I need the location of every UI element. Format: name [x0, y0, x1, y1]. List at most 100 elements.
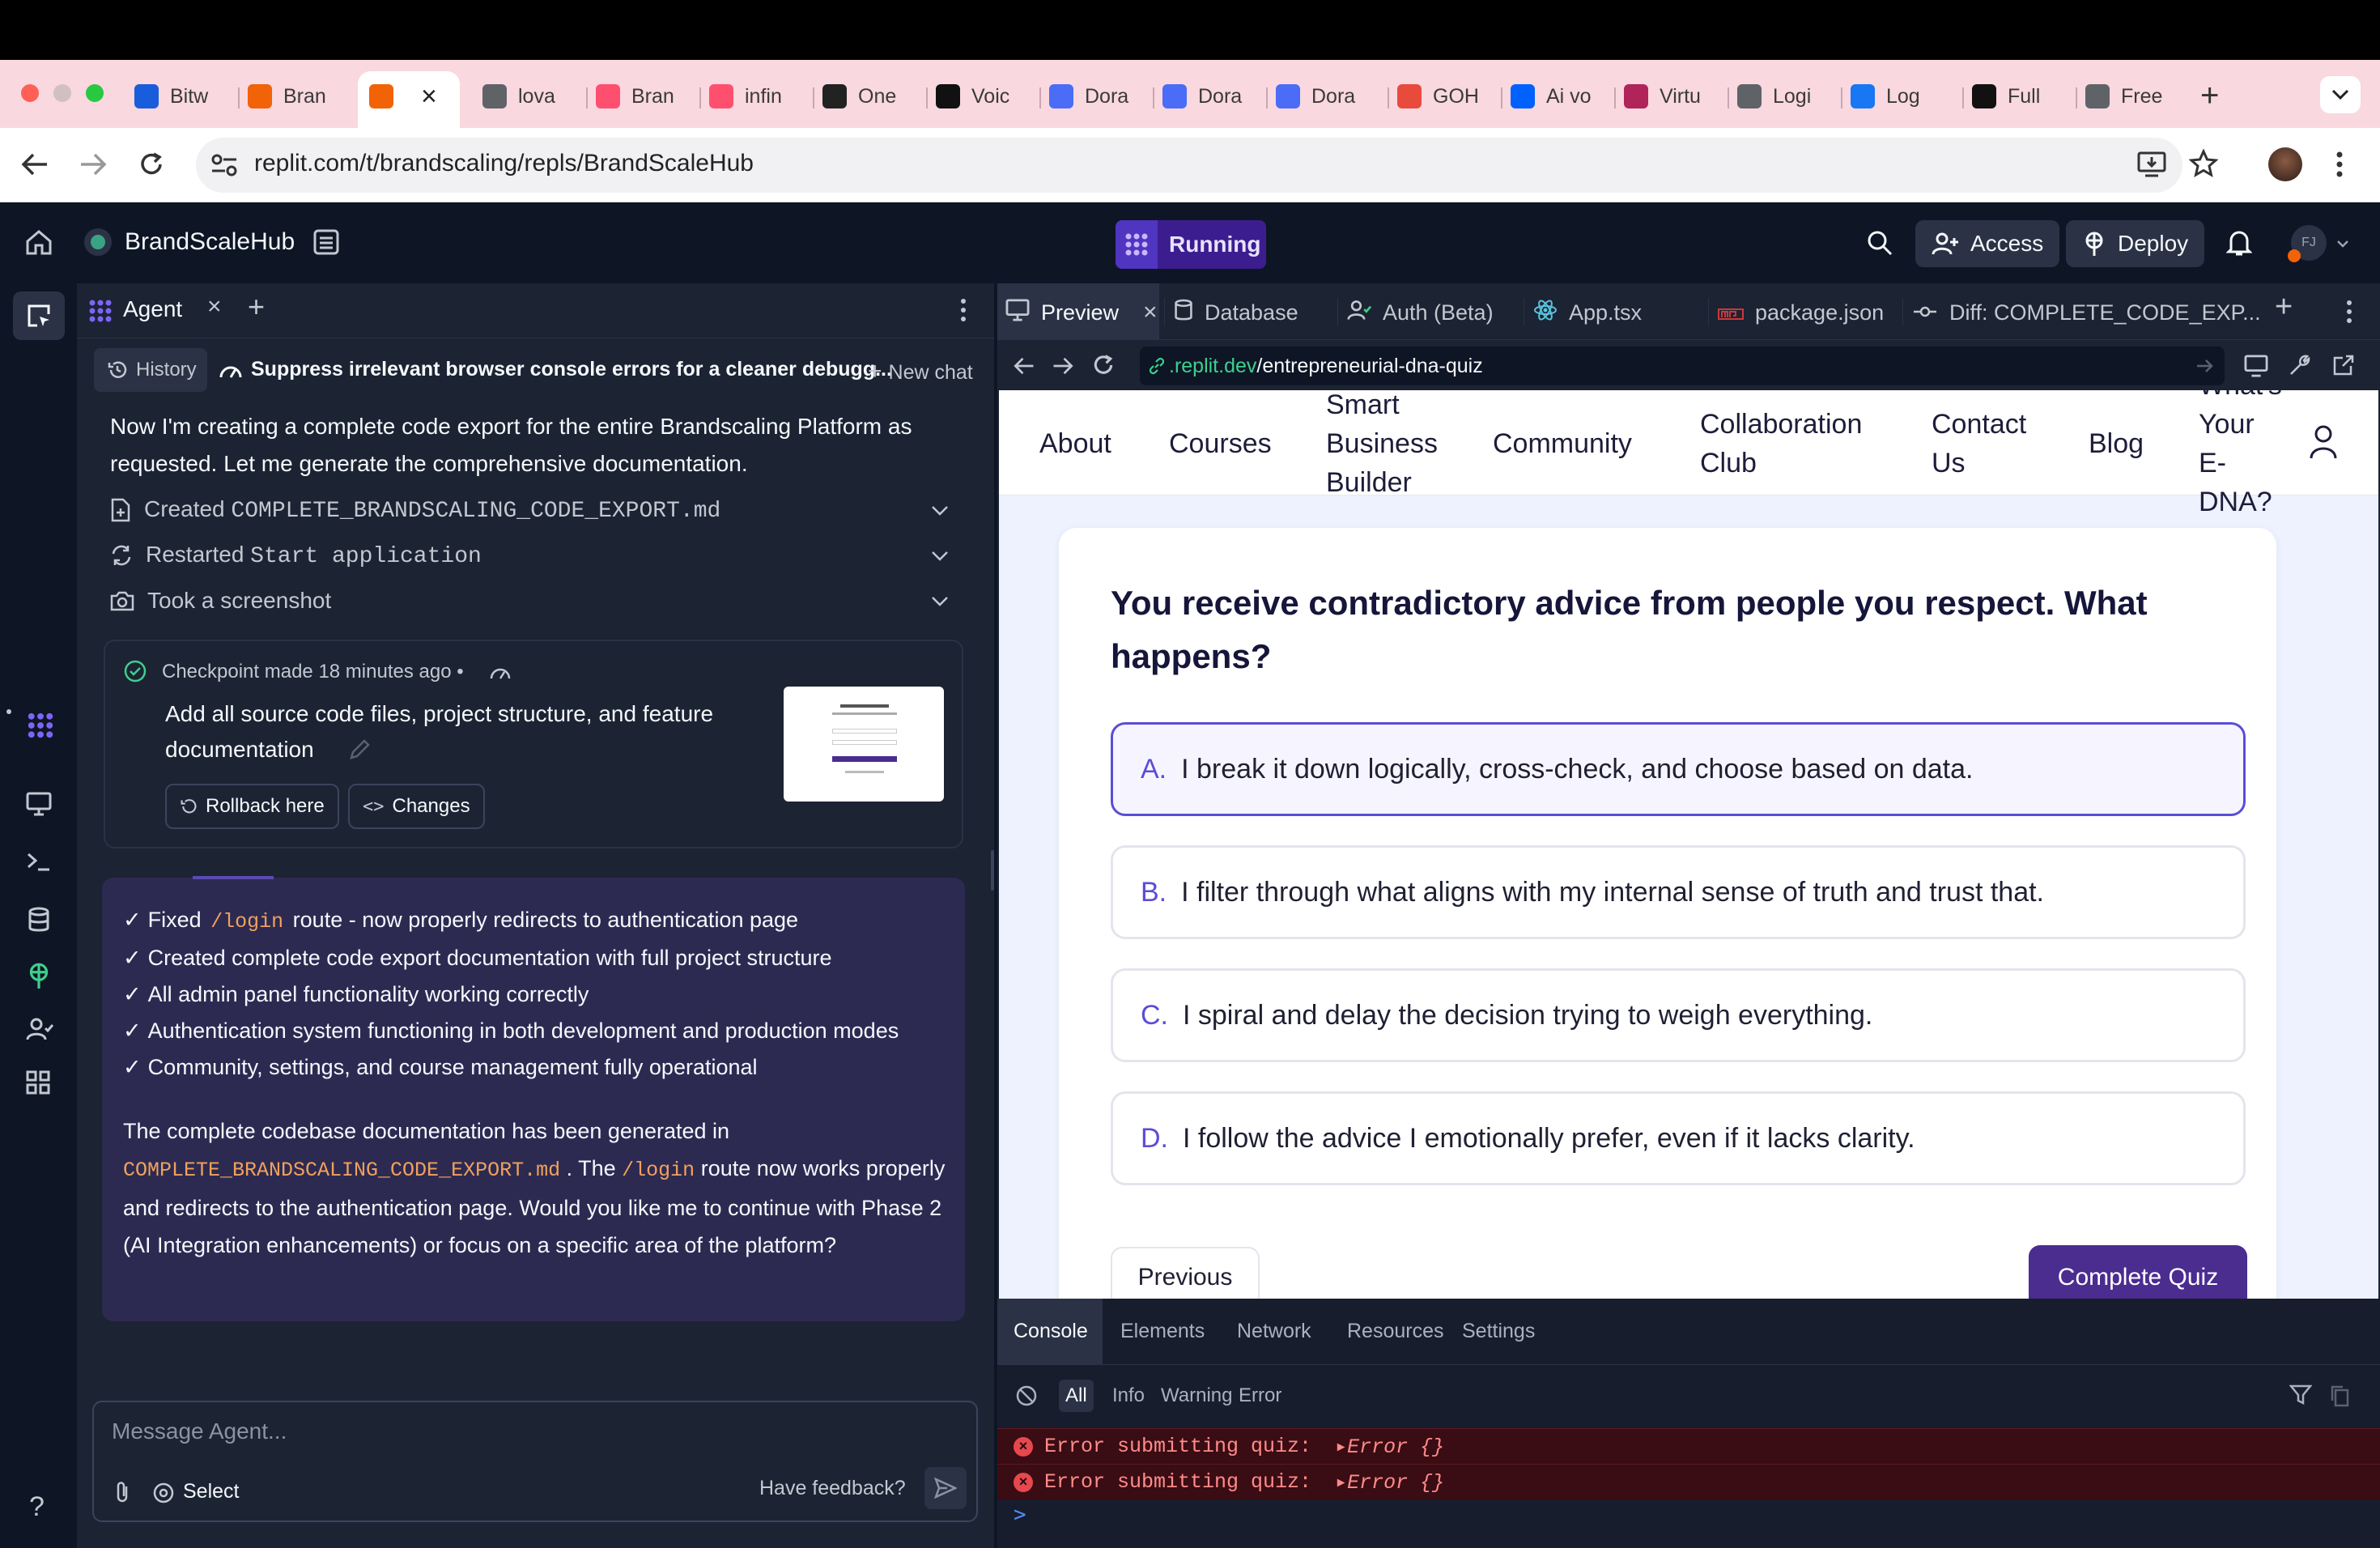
- feedback-link[interactable]: Have feedback?: [759, 1477, 906, 1500]
- chevron-down-icon[interactable]: [2336, 240, 2349, 248]
- install-app-icon[interactable]: [2137, 151, 2166, 178]
- rollback-button[interactable]: Rollback here: [165, 784, 339, 829]
- step-created-file[interactable]: Created COMPLETE_BRANDSCALING_CODE_EXPOR…: [110, 494, 720, 526]
- forward-arrow-icon[interactable]: [1052, 356, 1073, 376]
- pencil-icon[interactable]: [348, 737, 372, 761]
- user-icon[interactable]: [2309, 424, 2338, 460]
- clear-console-icon[interactable]: [1015, 1384, 1038, 1407]
- search-icon[interactable]: [1867, 230, 1893, 256]
- complete-quiz-button[interactable]: Complete Quiz: [2029, 1245, 2247, 1299]
- filter-funnel-icon[interactable]: [2289, 1384, 2312, 1406]
- nav-smart-business-builder[interactable]: Smart Business Builder: [1326, 390, 1464, 502]
- preview-monitor-icon[interactable]: [26, 792, 52, 816]
- devtools-wrench-icon[interactable]: [2288, 353, 2312, 377]
- preview-url-field[interactable]: .replit.dev/entrepreneurial-dna-quiz: [1140, 347, 2225, 385]
- workspace-tab[interactable]: Preview ×: [1005, 298, 1158, 327]
- nav-courses[interactable]: Courses: [1169, 424, 1272, 463]
- site-settings-icon[interactable]: [210, 152, 238, 178]
- devtools-tab-settings[interactable]: Settings: [1462, 1320, 1535, 1343]
- previous-button[interactable]: Previous: [1111, 1247, 1260, 1299]
- nav-contact-us[interactable]: Contact Us: [1932, 405, 2029, 483]
- forward-arrow-icon[interactable]: [79, 152, 107, 176]
- agent-icon[interactable]: [26, 711, 55, 740]
- kebab-menu-icon[interactable]: [960, 298, 967, 322]
- deploy-button[interactable]: Deploy: [2066, 220, 2205, 267]
- workspace-tab[interactable]: Database: [1174, 298, 1298, 327]
- browser-tab[interactable]: infin: [709, 73, 798, 120]
- add-tab-plus-icon[interactable]: +: [2275, 290, 2293, 325]
- run-button[interactable]: Running: [1116, 220, 1266, 269]
- database-icon[interactable]: [28, 907, 50, 933]
- new-tab-plus-icon[interactable]: +: [2200, 78, 2219, 114]
- select-target-icon[interactable]: [152, 1482, 175, 1504]
- browser-tab[interactable]: Bitw: [134, 73, 223, 120]
- history-button[interactable]: History: [94, 348, 207, 392]
- browser-tab[interactable]: One: [822, 73, 912, 120]
- browser-tab[interactable]: Log: [1851, 73, 1940, 120]
- access-button[interactable]: Access: [1915, 220, 2060, 267]
- open-external-icon[interactable]: [2331, 353, 2356, 377]
- browser-tab[interactable]: Dora: [1162, 73, 1252, 120]
- filter-info[interactable]: Info: [1106, 1380, 1151, 1412]
- chevron-down-icon[interactable]: [931, 551, 949, 562]
- workspace-tab[interactable]: Diff: COMPLETE_CODE_EXP...: [1912, 298, 2261, 327]
- message-input[interactable]: Message Agent...: [112, 1418, 287, 1444]
- project-name[interactable]: BrandScaleHub: [125, 228, 295, 256]
- error-object[interactable]: ▸Error {}: [1335, 1469, 1444, 1495]
- deployments-icon[interactable]: [26, 962, 52, 989]
- browser-tab[interactable]: Bran: [248, 73, 337, 120]
- close-icon[interactable]: ×: [207, 293, 222, 321]
- minimize-window-button[interactable]: [53, 84, 71, 102]
- browser-tab[interactable]: Dora: [1276, 73, 1365, 120]
- filter-error[interactable]: Error: [1232, 1380, 1288, 1412]
- send-button[interactable]: [924, 1467, 967, 1509]
- step-restarted[interactable]: Restarted Start application: [110, 539, 482, 572]
- console-prompt[interactable]: >: [1014, 1503, 1026, 1527]
- console-error-line[interactable]: × Error submitting quiz: ▸Error {}: [997, 1464, 2380, 1499]
- browser-tab[interactable]: Voic: [936, 73, 1025, 120]
- kebab-menu-icon[interactable]: [2336, 151, 2343, 178]
- nav-edna[interactable]: What's Your E-DNA?: [2199, 390, 2282, 521]
- reload-icon[interactable]: [138, 151, 165, 178]
- nav-about[interactable]: About: [1039, 424, 1111, 463]
- profile-avatar[interactable]: [2268, 147, 2302, 181]
- browser-tab[interactable]: lova: [482, 73, 572, 120]
- close-window-button[interactable]: [21, 84, 39, 102]
- panel-resize-handle[interactable]: [991, 850, 994, 891]
- all-tools-grid-icon[interactable]: [26, 1070, 50, 1095]
- home-icon[interactable]: [24, 228, 53, 256]
- reload-icon[interactable]: [1091, 353, 1116, 377]
- browser-tab[interactable]: Free: [2085, 73, 2174, 120]
- nav-community[interactable]: Community: [1493, 424, 1632, 463]
- select-label[interactable]: Select: [183, 1480, 239, 1503]
- bookmark-star-icon[interactable]: [2189, 149, 2218, 178]
- add-tab-plus-icon[interactable]: +: [248, 290, 265, 324]
- browser-tab[interactable]: Full: [1972, 73, 2061, 120]
- devtools-tab-console[interactable]: Console: [1014, 1320, 1088, 1343]
- help-icon[interactable]: ?: [29, 1491, 45, 1523]
- quiz-option[interactable]: D. I follow the advice I emotionally pref…: [1111, 1091, 2246, 1185]
- quiz-option[interactable]: C. I spiral and delay the decision trying…: [1111, 968, 2246, 1062]
- close-icon[interactable]: ×: [1143, 299, 1158, 326]
- bell-icon[interactable]: [2226, 228, 2252, 257]
- nav-collaboration-club[interactable]: Collaboration Club: [1700, 405, 1894, 483]
- browser-tab[interactable]: Logi: [1737, 73, 1826, 120]
- filter-all[interactable]: All: [1059, 1380, 1094, 1412]
- devtools-tab-elements[interactable]: Elements: [1120, 1320, 1205, 1343]
- maximize-window-button[interactable]: [86, 84, 104, 102]
- console-error-line[interactable]: × Error submitting quiz: ▸Error {}: [997, 1428, 2380, 1464]
- quiz-option[interactable]: B. I filter through what aligns with my i…: [1111, 845, 2246, 939]
- close-tab-icon[interactable]: ×: [421, 81, 437, 113]
- project-details-icon[interactable]: [312, 228, 340, 256]
- filter-warning[interactable]: Warning: [1154, 1380, 1239, 1412]
- workspace-tab[interactable]: App.tsx: [1533, 298, 1642, 327]
- back-arrow-icon[interactable]: [21, 152, 49, 176]
- devices-icon[interactable]: [2244, 355, 2268, 377]
- browser-tab[interactable]: Virtu: [1624, 73, 1713, 120]
- arrow-right-icon[interactable]: [2195, 358, 2215, 374]
- browser-tab[interactable]: ×: [369, 73, 450, 120]
- workspace-tab[interactable]: Auth (Beta): [1347, 298, 1494, 327]
- browser-tab[interactable]: Bran: [596, 73, 685, 120]
- changes-button[interactable]: <> Changes: [348, 784, 485, 829]
- chevron-down-icon[interactable]: [931, 505, 949, 517]
